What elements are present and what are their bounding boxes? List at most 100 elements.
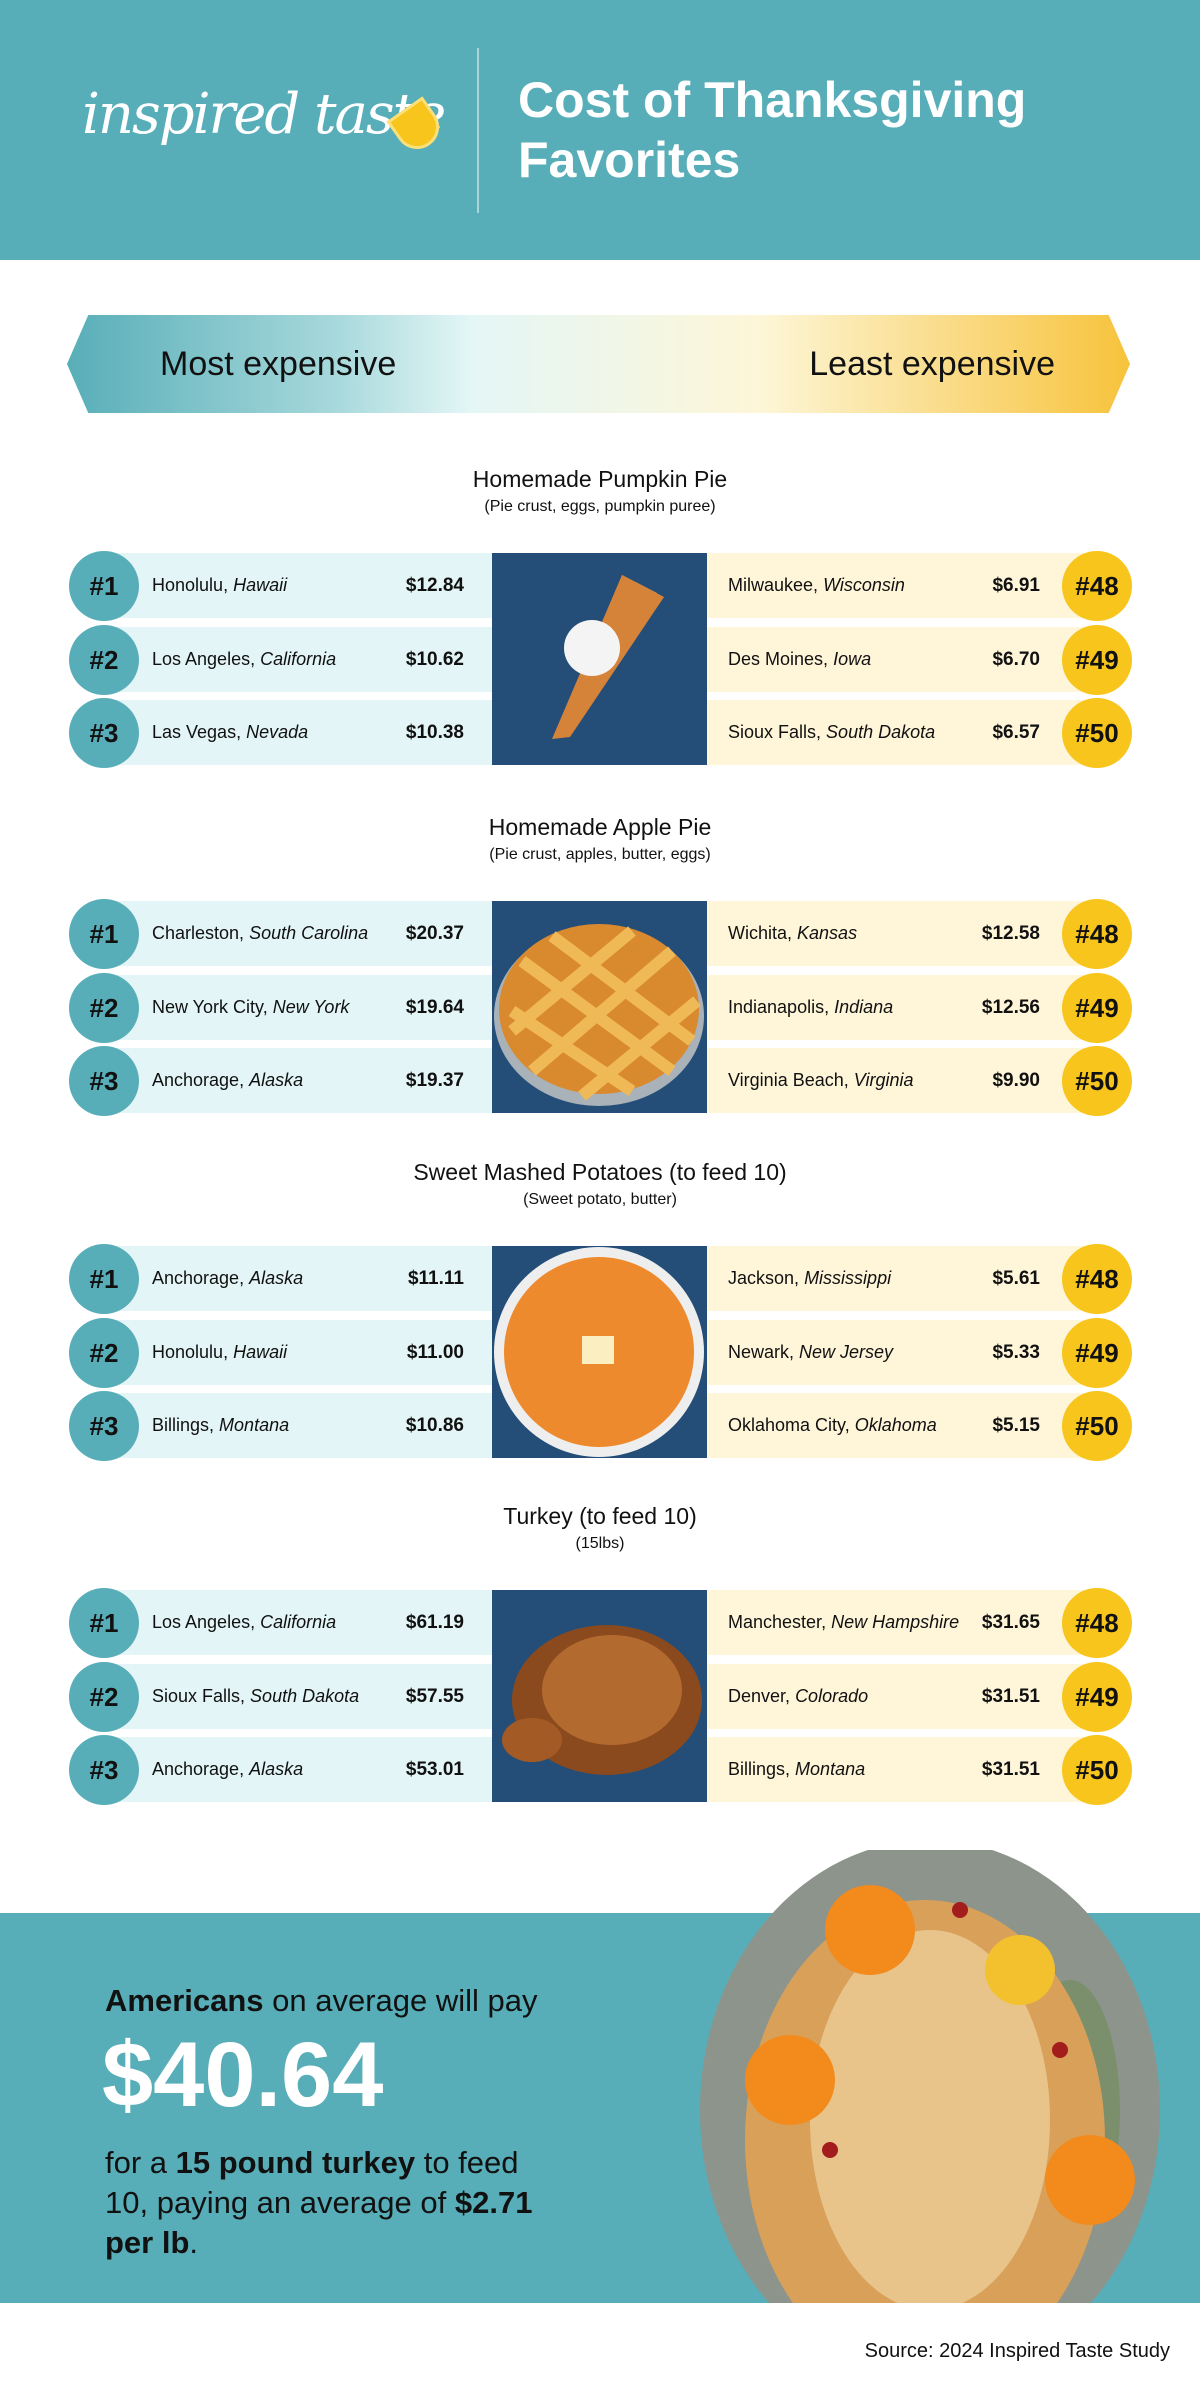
price: $31.51 [981,1685,1040,1707]
summary-text: on average will pay [263,1983,538,2018]
city: Las Vegas [152,722,237,742]
location: Anchorage, Alaska [152,1268,304,1288]
section-title: Homemade Pumpkin Pie [472,466,728,492]
t: for a [105,2145,176,2180]
least-expensive-row: Des Moines, Iowa $6.70 [707,627,1095,692]
price: $61.19 [405,1611,464,1633]
location: Anchorage, Alaska [152,1759,304,1779]
rank-badge: #50 [1062,1046,1132,1116]
location: Anchorage, Alaska [152,1070,304,1090]
city: Anchorage [152,1070,240,1090]
page-title: Cost of Thanksgiving Favorites [518,72,1027,188]
price: $11.11 [407,1267,464,1289]
rank-badge: #49 [1062,973,1132,1043]
city: Wichita [728,923,788,943]
most-expensive-row: Sioux Falls, South Dakota $57.55 [107,1664,492,1729]
most-expensive-row: Billings, Montana $10.86 [107,1393,492,1458]
price: $10.86 [405,1414,464,1436]
price: $11.00 [406,1341,464,1363]
state: Wisconsin [823,575,905,595]
rank-badge: #50 [1062,1735,1132,1805]
state: Iowa [833,649,872,669]
state: Nevada [246,722,309,742]
summary-line2: for a 15 pound turkey to feed 10, paying… [105,2143,555,2263]
most-expensive-row: Charleston, South Carolina $20.37 [107,901,492,966]
section-subtitle: (15lbs) [575,1535,625,1552]
price: $57.55 [405,1685,464,1707]
price: $9.90 [992,1069,1040,1091]
state: New Hampshire [831,1612,960,1632]
rank-badge: #2 [69,625,139,695]
price: $31.51 [981,1758,1040,1780]
state: Oklahoma [854,1415,937,1435]
state: Alaska [249,1268,304,1288]
rank-badge: #50 [1062,698,1132,768]
city: Indianapolis [728,997,825,1017]
price: $5.61 [992,1267,1040,1289]
pumpkin-pie-image [492,553,707,765]
state: South Carolina [249,923,369,943]
state: New York [272,997,350,1017]
turkey-image [492,1590,707,1802]
state: Alaska [249,1759,304,1779]
rank-badge: #1 [69,551,139,621]
least-expensive-row: Oklahoma City, Oklahoma $5.15 [707,1393,1095,1458]
location: Des Moines, Iowa [728,649,872,669]
rank-badge: #49 [1062,1662,1132,1732]
city: Jackson [728,1268,795,1288]
most-expensive-row: Anchorage, Alaska $53.01 [107,1737,492,1802]
city: Denver [728,1686,786,1706]
price: $10.38 [405,721,464,743]
logo: inspired taste [82,82,446,147]
city: Virginia Beach [728,1070,844,1090]
rank-badge: #2 [69,973,139,1043]
state: South Dakota [250,1686,360,1706]
most-expensive-row: Los Angeles, California $10.62 [107,627,492,692]
turkey-weight: 15 pound turkey [175,2145,416,2180]
rank-badge: #48 [1062,551,1132,621]
least-expensive-row: Virginia Beach, Virginia $9.90 [707,1048,1095,1113]
price: $10.62 [405,648,464,670]
city: Anchorage [152,1759,240,1779]
apple-pie-image [492,901,707,1113]
city: Charleston [152,923,240,943]
state: California [260,649,337,669]
city: Anchorage [152,1268,240,1288]
least-expensive-row: Denver, Colorado $31.51 [707,1664,1095,1729]
state: Alaska [249,1070,304,1090]
section-title: Sweet Mashed Potatoes (to feed 10) [413,1159,787,1185]
price: $19.37 [405,1069,464,1091]
location: Billings, Montana [728,1759,866,1779]
state: Indiana [834,997,894,1017]
location: Las Vegas, Nevada [152,722,309,742]
section-subtitle: (Pie crust, eggs, pumpkin puree) [484,498,716,515]
location: Virginia Beach, Virginia [728,1070,914,1090]
price: $31.65 [981,1611,1040,1633]
location: Milwaukee, Wisconsin [728,575,905,595]
city: Oklahoma City [728,1415,845,1435]
location: Sioux Falls, South Dakota [152,1686,360,1706]
location: Sioux Falls, South Dakota [728,722,936,742]
city: New York City [152,997,263,1017]
least-expensive-row: Billings, Montana $31.51 [707,1737,1095,1802]
least-expensive-row: Sioux Falls, South Dakota $6.57 [707,700,1095,765]
most-expensive-row: Los Angeles, California $61.19 [107,1590,492,1655]
location: Oklahoma City, Oklahoma [728,1415,937,1435]
price: $6.70 [992,648,1040,670]
price: $12.58 [981,922,1040,944]
header: inspired taste Cost of Thanksgiving Favo… [0,0,1200,260]
city: Des Moines [728,649,824,669]
t: . [189,2225,199,2260]
city: Milwaukee [728,575,814,595]
price: $6.57 [992,721,1040,743]
price: $5.33 [992,1341,1040,1363]
rank-badge: #2 [69,1662,139,1732]
state: Colorado [795,1686,869,1706]
least-expensive-row: Milwaukee, Wisconsin $6.91 [707,553,1095,618]
least-expensive-row: Manchester, New Hampshire $31.65 [707,1590,1095,1655]
rank-badge: #3 [69,698,139,768]
price: $12.84 [405,574,464,596]
location: Honolulu, Hawaii [152,575,288,595]
rank-badge: #3 [69,1046,139,1116]
city: Manchester [728,1612,822,1632]
